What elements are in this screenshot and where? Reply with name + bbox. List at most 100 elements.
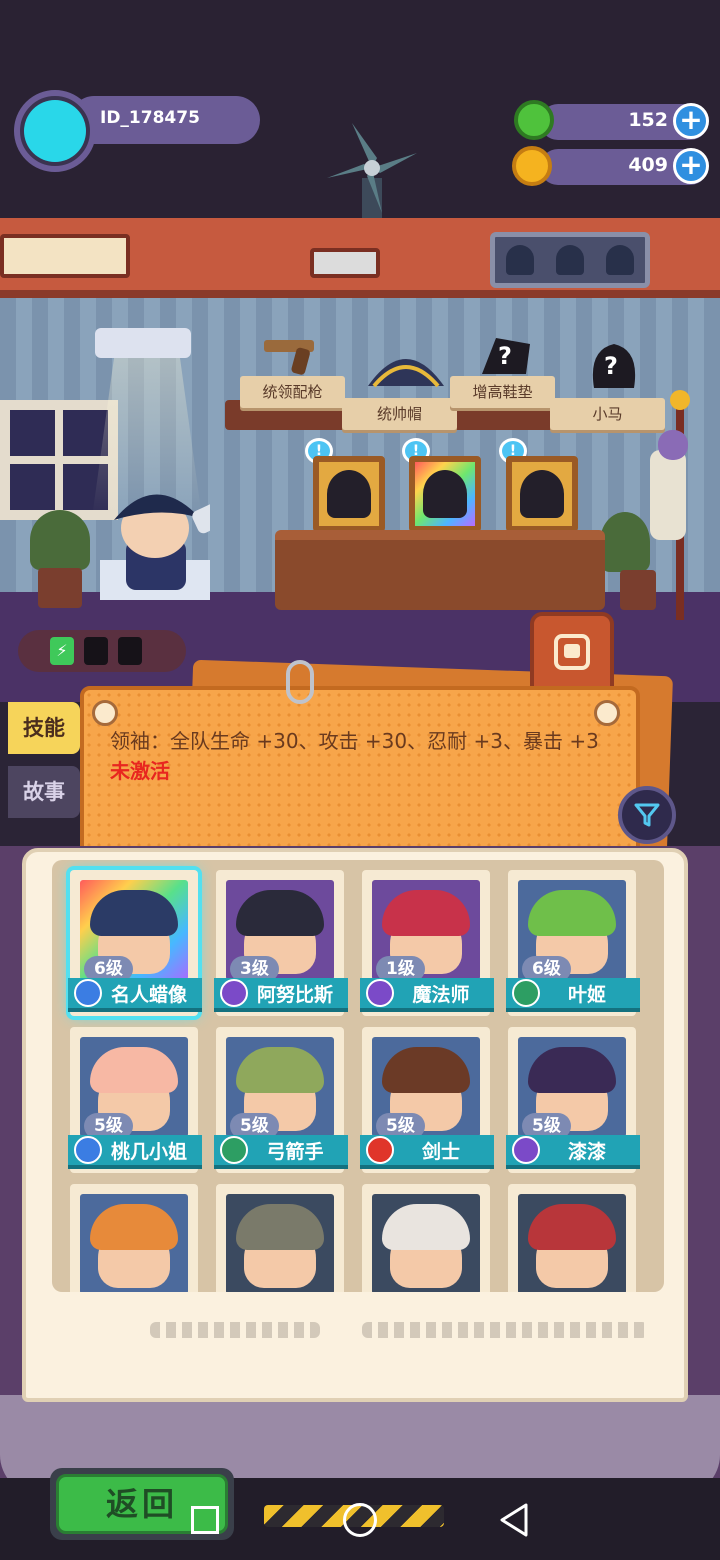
tab-story[interactable]: 故事 [8, 766, 80, 818]
hero-card[interactable]: 5级 弓箭手 [214, 1027, 348, 1173]
hero-card[interactable]: 6级 名人蜡像 [68, 870, 202, 1016]
hero-card[interactable] [508, 1184, 636, 1292]
plant-pot [38, 568, 82, 608]
hero-namebar: 阿努比斯 [214, 978, 348, 1012]
blurred-text [362, 1322, 648, 1338]
hero-card[interactable]: 1级 魔法师 [360, 870, 494, 1016]
add-coins-button[interactable]: + [673, 148, 709, 184]
hero-portrait [226, 1194, 334, 1292]
class-badge-icon [512, 979, 540, 1007]
energy-bar: ⚡ [18, 630, 186, 672]
hero-name: 漆漆 [567, 1140, 606, 1163]
hero-hair [90, 1204, 178, 1250]
leader-effect-text: 领袖：全队生命 +30、攻击 +30、忍耐 +3、暴击 +3 未激活 [110, 726, 610, 786]
hero-namebar: 魔法师 [360, 978, 494, 1012]
ghost-icon [506, 245, 534, 275]
filter-button[interactable] [618, 786, 676, 844]
hero-name: 弓箭手 [266, 1140, 324, 1163]
blurred-text [150, 1322, 320, 1338]
plant-icon [600, 512, 650, 572]
document-button[interactable] [530, 612, 614, 692]
battery-cell-empty [118, 637, 142, 665]
hero-name: 阿努比斯 [256, 983, 333, 1006]
shelf-item-label[interactable]: 统领配枪 [240, 376, 345, 408]
hero-card[interactable]: 3级 阿努比斯 [214, 870, 348, 1016]
fan-icon [327, 123, 417, 218]
hero-namebar: 弓箭手 [214, 1135, 348, 1169]
effect-status: 未激活 [110, 759, 170, 783]
gem-value: 152 [628, 109, 668, 131]
pin-icon [594, 700, 620, 726]
pistol-icon [264, 340, 314, 375]
hero-portrait [518, 1194, 626, 1292]
bicorne-hat-icon [368, 359, 444, 388]
hero-character[interactable] [100, 480, 210, 600]
top-machine-shelf [0, 218, 720, 298]
hero-hair [382, 890, 470, 936]
gold-coin-icon [512, 146, 552, 186]
hero-namebar: 漆漆 [506, 1135, 640, 1169]
pin-icon [92, 700, 118, 726]
hero-card[interactable]: 5级 剑士 [360, 1027, 494, 1173]
hero-name: 名人蜡像 [110, 983, 187, 1006]
hero-portrait [80, 1194, 188, 1292]
add-gems-button[interactable]: + [673, 103, 709, 139]
class-badge-icon [74, 1136, 102, 1164]
home-icon[interactable] [343, 1503, 377, 1537]
player-avatar[interactable] [14, 90, 96, 172]
hero-hair [90, 1047, 178, 1093]
green-gem-icon [514, 100, 554, 140]
vent-grill [310, 248, 380, 278]
hero-card[interactable]: 5级 桃几小姐 [68, 1027, 202, 1173]
ghost-display [490, 232, 650, 288]
hero-hair [528, 1204, 616, 1250]
hero-grid: 6级 名人蜡像 3级 阿努比斯 1级 魔法师 6级 叶姬 5级 桃几小姐 5级 弓箭手 5级 剑士 5级 漆漆 [52, 860, 664, 1292]
shelf-item-label[interactable]: 统帅帽 [342, 398, 457, 430]
hero-hair [236, 1047, 324, 1093]
back-nav-icon[interactable] [498, 1502, 530, 1538]
paperclip-icon [286, 660, 314, 704]
hero-card[interactable]: 6级 叶姬 [506, 870, 640, 1016]
desk [275, 530, 605, 610]
portrait-frame[interactable] [409, 456, 481, 532]
shelf-item-label[interactable]: 小马 [550, 398, 665, 430]
hero-hair [382, 1204, 470, 1250]
hero-card[interactable] [70, 1184, 198, 1292]
hero-hair [236, 1204, 324, 1250]
hero-namebar: 剑士 [360, 1135, 494, 1169]
cat-avatar-icon [24, 100, 86, 162]
hero-card[interactable]: 5级 漆漆 [506, 1027, 640, 1173]
hero-hair [528, 890, 616, 936]
hero-portrait [372, 1194, 480, 1292]
class-badge-icon [366, 1136, 394, 1164]
filter-icon [634, 803, 660, 827]
recent-apps-icon[interactable] [191, 1506, 219, 1534]
hero-hair [382, 1047, 470, 1093]
plant-icon [30, 510, 90, 570]
unknown-item-icon: ? [592, 344, 636, 388]
hero-name: 桃几小姐 [110, 1140, 187, 1163]
vent-panel [0, 234, 130, 278]
tab-skill[interactable]: 技能 [8, 702, 80, 754]
hero-name: 叶姬 [567, 983, 606, 1006]
portrait-frame[interactable] [313, 456, 385, 532]
shelf-item-label[interactable]: 增高鞋垫 [450, 376, 555, 408]
document-icon [554, 634, 590, 670]
hero-namebar: 桃几小姐 [68, 1135, 202, 1169]
hero-card[interactable] [216, 1184, 344, 1292]
portrait-frame[interactable] [506, 456, 578, 532]
class-badge-icon [366, 979, 394, 1007]
class-badge-icon [220, 1136, 248, 1164]
battery-icon: ⚡ [50, 637, 74, 665]
battery-cell-empty [84, 637, 108, 665]
class-badge-icon [220, 979, 248, 1007]
ghost-icon [556, 245, 584, 275]
unknown-item-icon: ? [482, 338, 530, 374]
hero-card[interactable] [362, 1184, 490, 1292]
hero-name: 魔法师 [412, 983, 470, 1006]
effect-description: 领袖：全队生命 +30、攻击 +30、忍耐 +3、暴击 +3 [110, 729, 599, 753]
hero-hair [528, 1047, 616, 1093]
hero-namebar: 叶姬 [506, 978, 640, 1012]
hero-namebar: 名人蜡像 [68, 978, 202, 1012]
projector-icon [95, 328, 191, 358]
